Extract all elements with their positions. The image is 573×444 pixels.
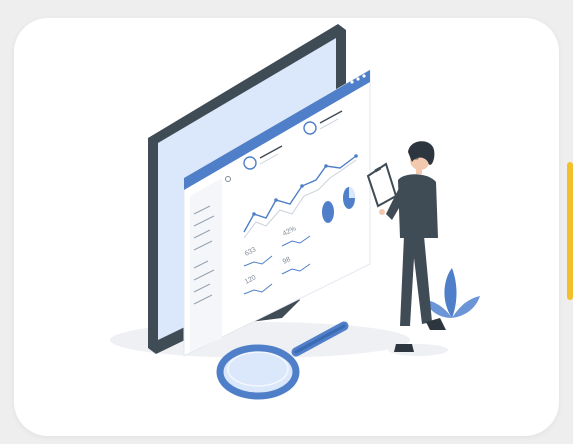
window-dot-icon [362, 74, 366, 78]
window-dot-icon [356, 77, 360, 81]
window-dot-icon [350, 80, 354, 84]
dashboard-sidebar [190, 178, 222, 352]
plant-icon [424, 268, 480, 318]
person [386, 141, 448, 356]
analytics-illustration: 633 42% 120 98 [110, 24, 480, 400]
